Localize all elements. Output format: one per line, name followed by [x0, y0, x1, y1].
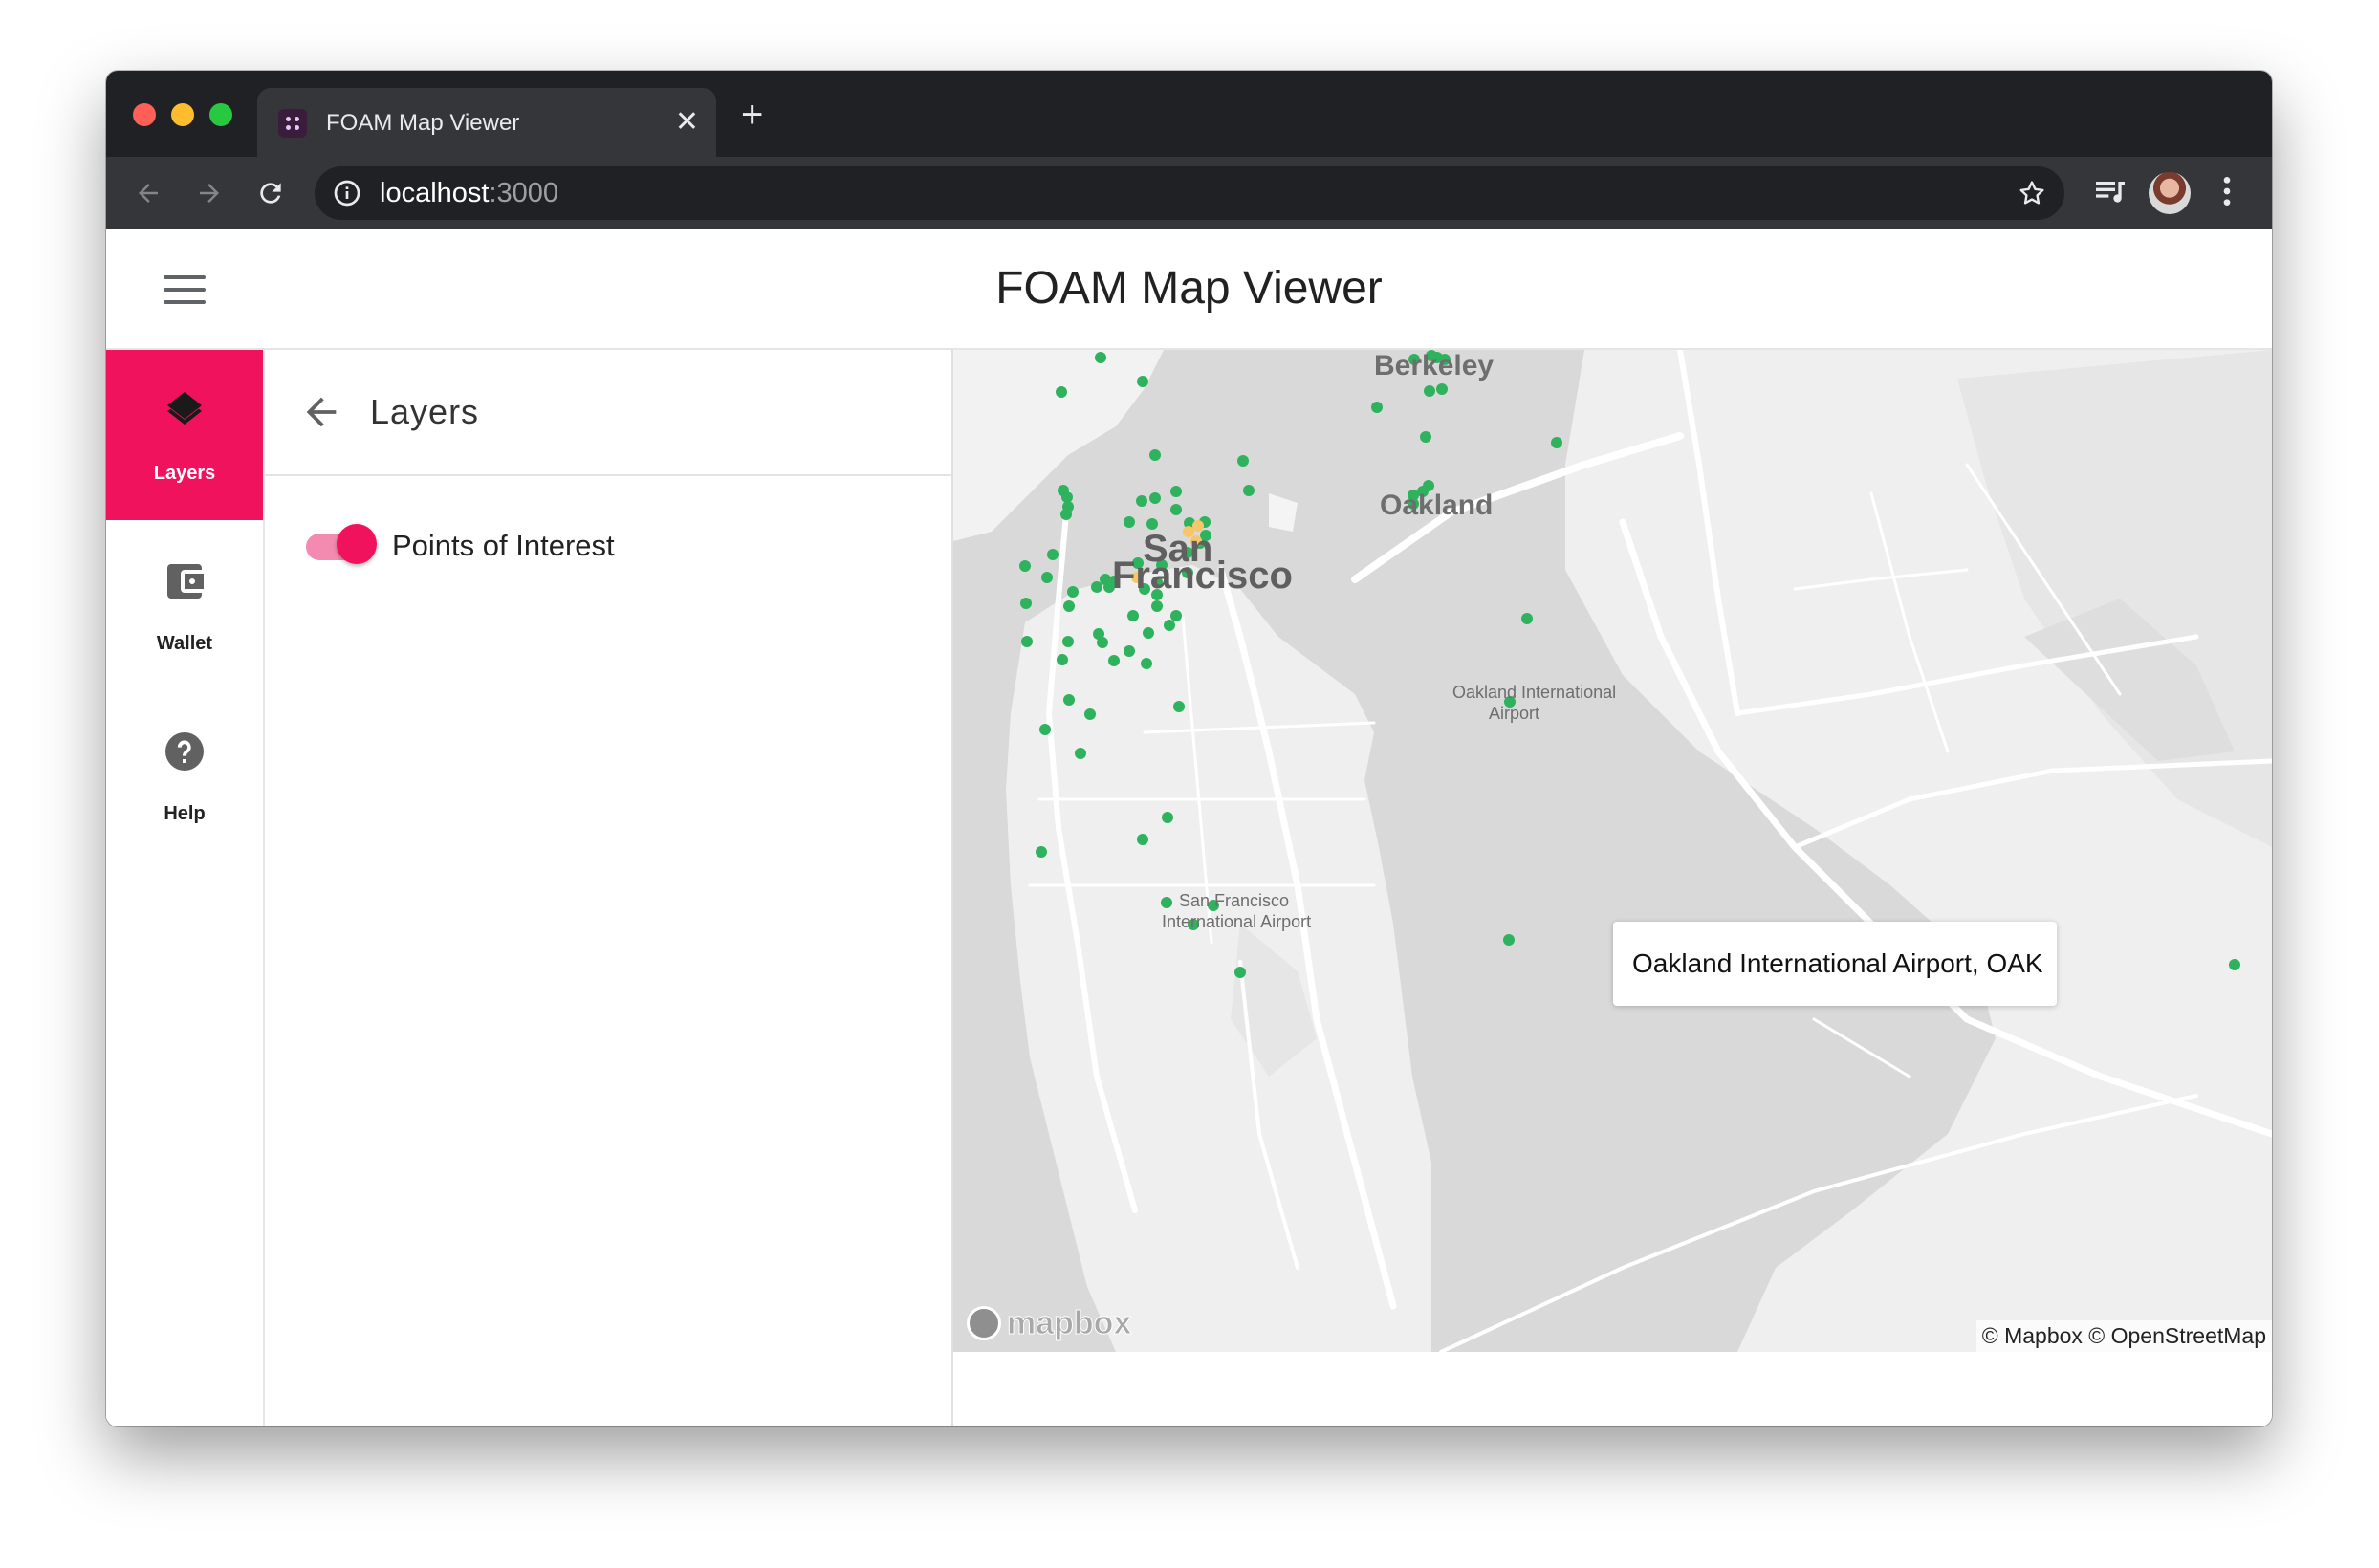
browser-window: FOAM Map Viewer ✕ + localhost:3000 FOAM …	[106, 71, 2272, 1426]
app-root: FOAM Map Viewer Layers Wallet Help Layer…	[106, 229, 2272, 1426]
app-header: FOAM Map Viewer	[106, 229, 2272, 350]
panel-header: Layers	[265, 350, 951, 476]
foam-favicon-icon	[278, 109, 307, 138]
maximize-window-button[interactable]	[209, 103, 232, 126]
site-info-icon[interactable]	[332, 178, 362, 208]
layers-icon	[167, 392, 202, 425]
sidebar-item-label: Help	[164, 803, 206, 824]
forward-arrow-icon	[200, 184, 219, 203]
url-port: :3000	[489, 178, 559, 208]
map-label-sfo-2: International Airport	[1162, 912, 1312, 931]
back-arrow-icon	[139, 184, 158, 203]
mapbox-logo-text: mapbox	[1006, 1304, 1132, 1341]
bookmark-star-icon[interactable]	[2017, 178, 2047, 208]
sidebar-item-label: Layers	[153, 463, 216, 484]
address-bar[interactable]: localhost:3000	[315, 166, 2064, 220]
back-button[interactable]	[129, 174, 167, 212]
layers-panel: Layers Points of Interest	[265, 350, 953, 1426]
map-label-berkeley: Berkeley	[1374, 350, 1495, 381]
map-label-oak-airport-2: Airport	[1489, 704, 1540, 723]
map-basemap	[953, 350, 2272, 1352]
sidebar-item-label: Wallet	[156, 633, 213, 654]
sidebar-item-layers[interactable]: Layers	[106, 350, 263, 520]
map-label-oakland: Oakland	[1380, 490, 1494, 521]
help-icon	[165, 732, 204, 771]
map-label-oak-airport: Oakland International	[1452, 683, 1617, 702]
new-tab-button[interactable]: +	[741, 96, 763, 134]
browser-toolbar: localhost:3000	[106, 157, 2272, 229]
map-attribution[interactable]: © Mapbox © OpenStreetMap	[1975, 1320, 2272, 1352]
reload-icon	[260, 183, 281, 204]
close-window-button[interactable]	[133, 103, 156, 126]
wallet-icon	[167, 564, 204, 599]
layer-label: Points of Interest	[392, 529, 615, 562]
page-title: FOAM Map Viewer	[995, 263, 1383, 314]
profile-avatar[interactable]	[2149, 172, 2191, 214]
toggle-thumb[interactable]	[337, 524, 377, 564]
sidebar: Layers Wallet Help	[106, 350, 265, 1426]
tooltip-text: Oakland International Airport, OAK	[1632, 948, 2043, 978]
media-queue-icon[interactable]	[2091, 172, 2129, 210]
tab-close-icon[interactable]: ✕	[675, 107, 699, 138]
more-menu-icon[interactable]	[2208, 172, 2246, 210]
forward-button[interactable]	[190, 174, 229, 212]
url-host: localhost	[380, 178, 490, 208]
map-canvas[interactable]: Berkeley Oakland San Francisco Oakland I…	[953, 350, 2272, 1352]
back-arrow-icon[interactable]	[299, 390, 343, 434]
reload-button[interactable]	[251, 174, 290, 212]
mapbox-logo[interactable]: mapbox	[967, 1304, 1132, 1342]
map-area: Berkeley Oakland San Francisco Oakland I…	[953, 350, 2272, 1426]
minimize-window-button[interactable]	[171, 103, 194, 126]
map-label-sfo-1: San Francisco	[1179, 891, 1290, 910]
browser-tab[interactable]: FOAM Map Viewer ✕	[257, 88, 716, 157]
browser-titlebar: FOAM Map Viewer ✕ +	[106, 71, 2272, 157]
map-label-francisco: Francisco	[1112, 555, 1293, 597]
poi-tooltip: Oakland International Airport, OAK	[1613, 922, 2057, 1006]
address-url: localhost:3000	[380, 178, 558, 208]
tab-title: FOAM Map Viewer	[326, 110, 520, 136]
panel-title: Layers	[370, 392, 480, 431]
sidebar-item-wallet[interactable]: Wallet	[106, 520, 263, 690]
sidebar-item-help[interactable]: Help	[106, 690, 263, 860]
window-controls	[133, 103, 232, 126]
mapbox-logo-icon	[967, 1306, 1001, 1340]
